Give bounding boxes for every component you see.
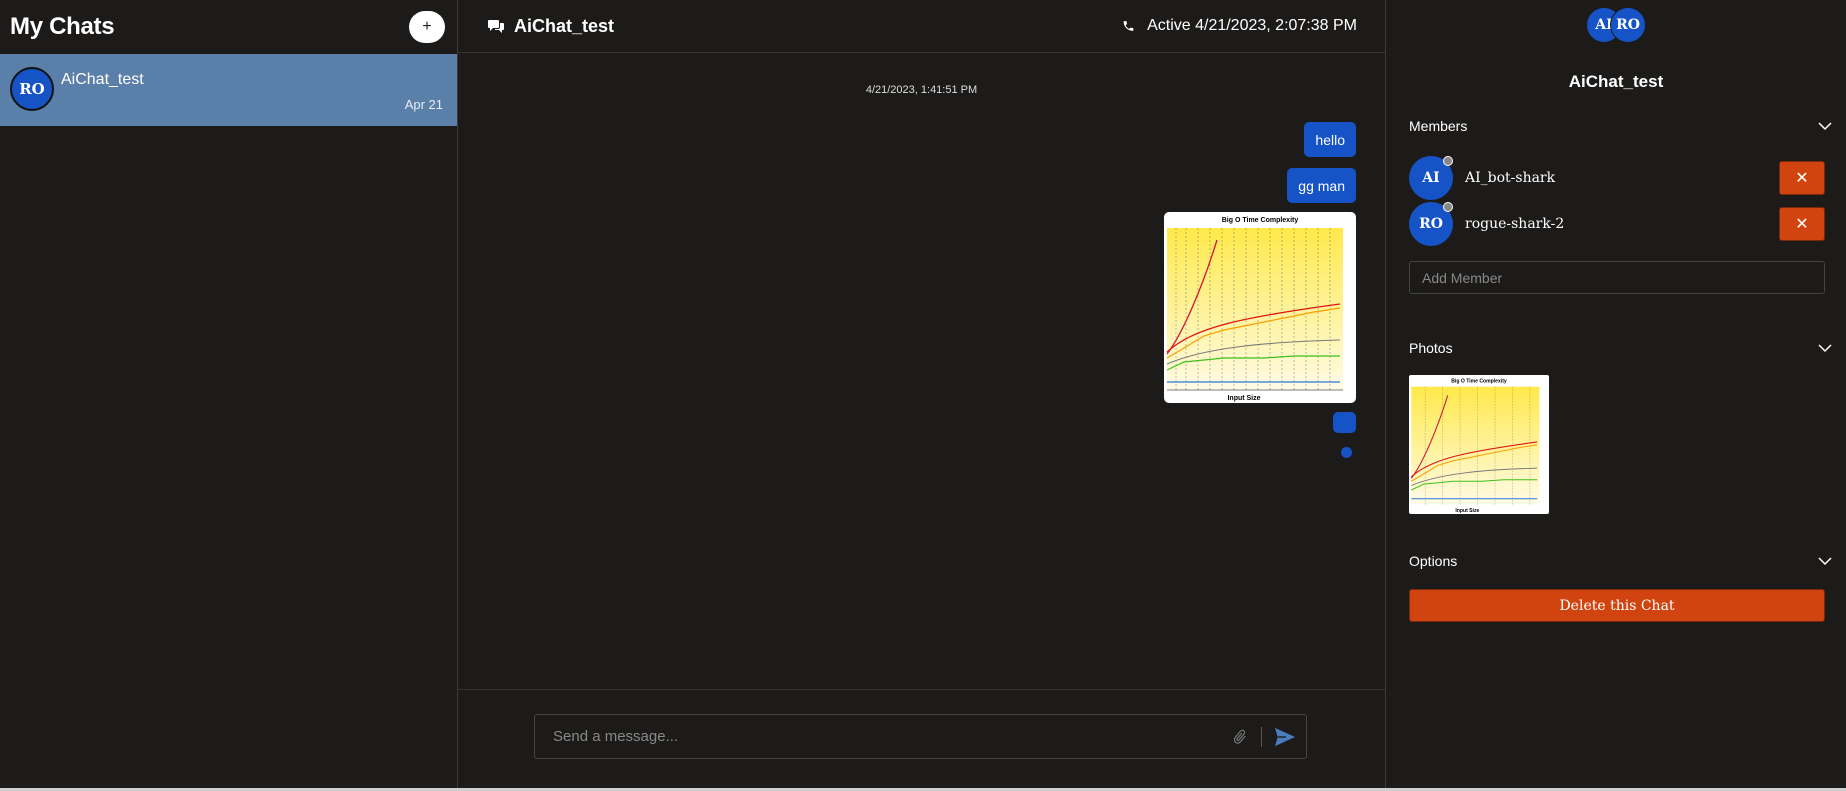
chat-list-header: My Chats +	[0, 0, 457, 54]
avatar: RO	[1610, 7, 1646, 43]
close-icon: ✕	[1795, 216, 1809, 233]
member-avatar-initials: RO	[1419, 216, 1443, 232]
chevron-down-icon[interactable]	[1818, 343, 1832, 353]
avatar: AI	[1409, 156, 1453, 200]
message-bubble	[1333, 412, 1356, 433]
members-section-header[interactable]: Members	[1409, 118, 1832, 134]
message-bubble: gg man	[1287, 168, 1356, 203]
member-row: RO rogue-shark-2 ✕	[1409, 202, 1825, 246]
member-name: AI_bot-shark	[1465, 170, 1556, 186]
delete-chat-button[interactable]: Delete this Chat	[1409, 589, 1825, 622]
avatar: RO	[1409, 202, 1453, 246]
add-member-field	[1409, 261, 1825, 294]
chat-bubbles-icon	[488, 18, 504, 34]
members-label: Members	[1409, 118, 1468, 134]
message-composer	[458, 689, 1385, 788]
chat-header: AiChat_test Active 4/21/2023, 2:07:38 PM	[458, 0, 1385, 53]
message-timestamp: 4/21/2023, 1:41:51 PM	[865, 84, 978, 96]
options-label: Options	[1409, 553, 1458, 569]
read-receipt-dot	[1341, 447, 1352, 458]
image-chart-title: Big O Time Complexity	[1222, 217, 1299, 224]
status-dot	[1443, 156, 1453, 166]
chat-list-item-name: AiChat_test	[61, 71, 144, 88]
chevron-down-icon[interactable]	[1818, 556, 1832, 566]
chat-list-item[interactable]: RO AiChat_test Apr 21	[0, 54, 457, 126]
member-avatar-stack: AI RO	[1386, 7, 1846, 43]
message-input[interactable]	[553, 728, 1231, 745]
phone-icon[interactable]	[1122, 19, 1135, 33]
status-dot	[1443, 202, 1453, 212]
message-image[interactable]: Big O Time Complexity Input Size	[1164, 212, 1356, 403]
message-list: 4/21/2023, 1:41:51 PM hello gg man Big O…	[458, 54, 1385, 689]
close-icon: ✕	[1795, 170, 1809, 187]
chat-window: AiChat_test Active 4/21/2023, 2:07:38 PM…	[458, 0, 1386, 788]
active-status-text: Active 4/21/2023, 2:07:38 PM	[1147, 17, 1357, 34]
photo-thumbnail[interactable]: Big O Time Complexity Input Size	[1409, 375, 1549, 514]
composer-divider	[1261, 726, 1262, 747]
message-input-box	[534, 714, 1307, 759]
remove-member-button[interactable]: ✕	[1779, 161, 1825, 195]
remove-member-button[interactable]: ✕	[1779, 207, 1825, 241]
member-name: rogue-shark-2	[1465, 216, 1565, 232]
add-member-input[interactable]	[1422, 269, 1812, 286]
sidebar-title: My Chats	[10, 13, 115, 40]
paperclip-icon[interactable]	[1231, 728, 1249, 746]
thumb-chart-xlabel: Input Size	[1455, 508, 1479, 514]
member-avatar-initials: AI	[1422, 170, 1440, 186]
message-bubble: hello	[1304, 122, 1356, 157]
photos-label: Photos	[1409, 340, 1453, 356]
chat-title: AiChat_test	[514, 15, 615, 36]
new-chat-button[interactable]: +	[409, 11, 445, 43]
photos-section-header[interactable]: Photos	[1409, 340, 1832, 356]
chat-status: Active 4/21/2023, 2:07:38 PM	[1122, 17, 1357, 35]
options-section-header[interactable]: Options	[1409, 553, 1832, 569]
details-title: AiChat_test	[1568, 72, 1664, 91]
avatar: RO	[10, 67, 54, 111]
chat-header-title: AiChat_test	[488, 16, 614, 37]
chevron-down-icon[interactable]	[1818, 121, 1832, 131]
image-chart-xlabel: Input Size	[1227, 395, 1260, 402]
app: My Chats + RO AiChat_test Apr 21 AiChat_…	[0, 0, 1846, 788]
thumb-chart-title: Big O Time Complexity	[1451, 378, 1507, 384]
chat-list-sidebar: My Chats + RO AiChat_test Apr 21	[0, 0, 458, 788]
send-icon[interactable]	[1274, 727, 1296, 747]
chat-details-panel: AI RO AiChat_test Members AI AI_bot-shar…	[1386, 0, 1846, 788]
chat-list-item-date: Apr 21	[404, 97, 443, 112]
member-row: AI AI_bot-shark ✕	[1409, 156, 1825, 200]
